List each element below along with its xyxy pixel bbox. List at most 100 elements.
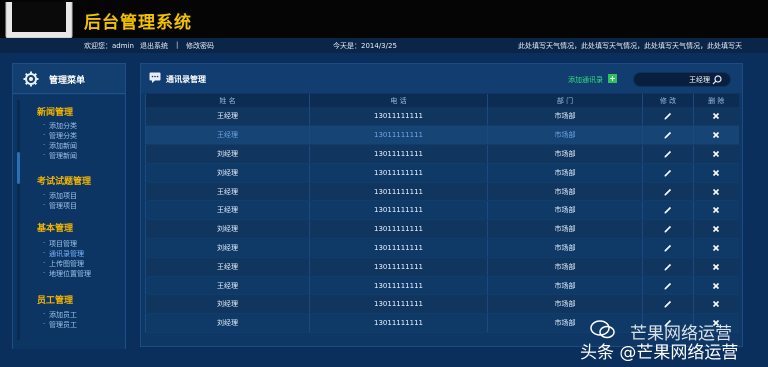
cell-name: 刘经理 [145,313,310,334]
cell-edit [642,107,694,127]
sidebar-title: 管理菜单 [49,76,86,86]
cell-dept: 市场部 [487,182,643,202]
cell-phone: 13011111111 [309,294,488,315]
sidebar-item-manage-staff[interactable]: 管理员工 [43,320,77,330]
cell-phone: 13011111111 [309,182,488,202]
sidebar-item-contacts[interactable]: 通讯录管理 [43,249,84,259]
sidebar-item-add-news[interactable]: 添加新闻 [43,141,77,151]
pencil-icon[interactable] [664,169,672,177]
date-text: 今天是：2014/3/25 [333,42,397,50]
pencil-icon[interactable] [664,282,672,290]
cell-edit [642,219,694,240]
sidebar-scrollbar[interactable] [17,100,20,340]
contacts-table: 姓 名 电 话 部 门 修 改 删 除 王经理 13011111111 市场部 王经理… [145,94,739,334]
sidebar-header: 管理菜单 [13,64,125,94]
table-row[interactable]: 王经理 13011111111 市场部 [145,257,739,277]
cell-name: 刘经理 [145,238,310,258]
cell-delete [693,125,739,146]
close-icon[interactable] [712,282,720,290]
group-exam[interactable]: 考试试题管理 [37,174,91,187]
pencil-icon[interactable] [664,244,672,252]
logout-link[interactable]: 退出系统 [140,41,168,51]
cell-dept: 市场部 [487,276,643,296]
cell-phone: 13011111111 [309,238,488,258]
cell-dept: 市场部 [487,144,643,164]
cell-dept: 市场部 [487,219,643,240]
chat-icon [149,72,161,83]
cell-name: 王经理 [145,200,310,221]
cell-edit [642,238,694,258]
table-row[interactable]: 王经理 13011111111 市场部 [145,182,739,202]
add-contact-link[interactable]: 添加通讯录 [568,75,603,85]
sidebar-item-location[interactable]: 地理位置管理 [43,269,91,279]
table-row[interactable]: 刘经理 13011111111 市场部 [145,219,739,240]
sidebar: 管理菜单 新闻管理 添加分类 管理分类 添加新闻 管理新闻 考试试题管理 添加项… [12,63,126,349]
sidebar-item-add-staff[interactable]: 添加员工 [43,310,77,320]
pencil-icon[interactable] [664,112,672,120]
gear-icon [23,71,39,87]
info-bar: 欢迎您：admin 退出系统 | 修改密码 今天是：2014/3/25 此处填写… [0,38,768,53]
close-icon[interactable] [712,263,720,271]
watermark: 芒果网络运营 头条 @芒果网络运营 [580,317,768,363]
group-basic[interactable]: 基本管理 [37,221,73,234]
cell-edit [642,276,694,296]
close-icon[interactable] [712,244,720,252]
pencil-icon[interactable] [664,300,672,308]
close-icon[interactable] [712,169,720,177]
cell-delete [693,182,739,202]
close-icon[interactable] [712,225,720,233]
plus-icon[interactable]: + [608,74,617,83]
cell-edit [642,163,694,183]
change-password-link[interactable]: 修改密码 [186,41,214,51]
search-icon[interactable] [712,75,722,85]
close-icon[interactable] [712,300,720,308]
sidebar-item-project-manage[interactable]: 项目管理 [43,239,77,249]
close-icon[interactable] [712,112,720,120]
column-header-edit: 修 改 [642,94,694,107]
sidebar-scroll-thumb[interactable] [17,152,20,184]
weather-text: 此处填写天气情况，此处填写天气情况，此处填写天气情况，此处填写天 [518,42,742,50]
search-input[interactable] [640,74,710,85]
pencil-icon[interactable] [664,263,672,271]
cell-phone: 13011111111 [309,163,488,183]
search-box [633,72,731,87]
cell-dept: 市场部 [487,125,643,146]
cell-dept: 市场部 [487,238,643,258]
sidebar-item-add-category[interactable]: 添加分类 [43,121,77,131]
table-row[interactable]: 王经理 13011111111 市场部 [145,107,739,127]
panel-header: 通讯录管理 添加通讯录 + [141,64,742,93]
table-row[interactable]: 王经理 13011111111 市场部 [145,276,739,296]
group-staff[interactable]: 员工管理 [37,293,73,306]
close-icon[interactable] [712,150,720,158]
cell-name: 王经理 [145,107,310,127]
pencil-icon[interactable] [664,131,672,139]
cell-edit [642,294,694,315]
cell-name: 王经理 [145,276,310,296]
cell-edit [642,125,694,146]
table-row[interactable]: 刘经理 13011111111 市场部 [145,163,739,183]
close-icon[interactable] [712,131,720,139]
pencil-icon[interactable] [664,206,672,214]
group-news[interactable]: 新闻管理 [37,105,73,118]
table-row[interactable]: 王经理 13011111111 市场部 [145,125,739,146]
sidebar-item-add-project[interactable]: 添加项目 [43,191,77,201]
cell-edit [642,144,694,164]
cell-delete [693,257,739,277]
pencil-icon[interactable] [664,188,672,196]
table-row[interactable]: 刘经理 13011111111 市场部 [145,294,739,315]
table-row[interactable]: 王经理 13011111111 市场部 [145,200,739,221]
table-row[interactable]: 刘经理 13011111111 市场部 [145,238,739,258]
cell-phone: 13011111111 [309,107,488,127]
table-row[interactable]: 刘经理 13011111111 市场部 [145,144,739,164]
close-icon[interactable] [712,188,720,196]
cell-name: 刘经理 [145,144,310,164]
pencil-icon[interactable] [664,150,672,158]
sidebar-item-upload-image[interactable]: 上传图管理 [43,259,84,269]
sidebar-item-manage-category[interactable]: 管理分类 [43,131,77,141]
column-header-name: 姓 名 [145,94,310,107]
close-icon[interactable] [712,206,720,214]
cell-dept: 市场部 [487,294,643,315]
sidebar-item-manage-project[interactable]: 管理项目 [43,201,77,211]
sidebar-item-manage-news[interactable]: 管理新闻 [43,151,77,161]
pencil-icon[interactable] [664,225,672,233]
